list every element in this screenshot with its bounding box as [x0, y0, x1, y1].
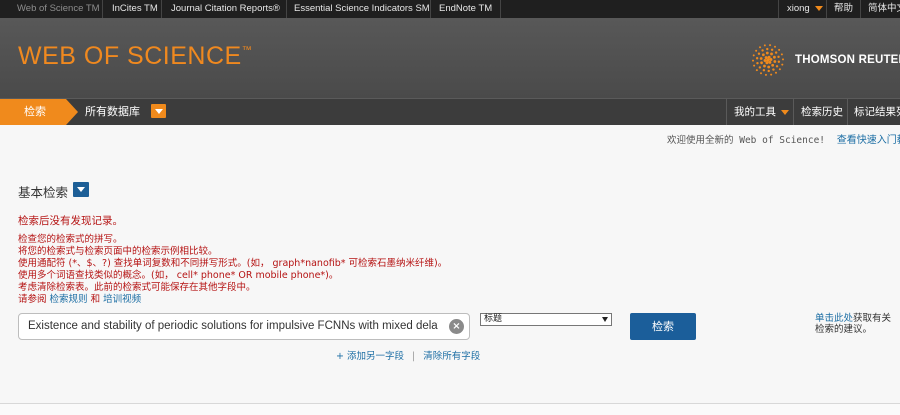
divider: | — [411, 351, 416, 362]
database-dropdown-icon[interactable] — [151, 104, 166, 118]
product-link-endnote[interactable]: EndNote TM — [439, 0, 492, 18]
tab-search[interactable]: 检索 — [0, 99, 66, 125]
my-tools-label: 我的工具 — [734, 106, 776, 118]
no-results-message: 检索后没有发现记录。 — [18, 215, 123, 227]
field-select-value: 标题 — [484, 314, 503, 324]
divider — [860, 0, 861, 18]
user-name: xiong — [787, 3, 810, 14]
welcome-text: 欢迎使用全新的 Web of Science! — [667, 135, 826, 146]
search-mode-dropdown-icon[interactable] — [73, 182, 89, 197]
marked-list-link[interactable]: 标记结果列 — [854, 99, 900, 125]
divider — [286, 0, 287, 18]
divider — [726, 99, 727, 125]
search-history-link[interactable]: 检索历史 — [801, 99, 843, 125]
field-actions: + 添加另一字段 | 清除所有字段 — [336, 348, 480, 362]
brand-name: THOMSON REUTERS — [795, 54, 900, 66]
language-menu[interactable]: 简体中文 — [868, 0, 900, 18]
search-mode-label[interactable]: 基本检索 — [18, 182, 68, 201]
product-link-esi[interactable]: Essential Science Indicators SM — [294, 0, 430, 18]
divider — [500, 0, 501, 18]
help-prefix: 请参阅 — [18, 294, 47, 305]
add-field-link[interactable]: + 添加另一字段 — [336, 351, 404, 362]
field-select[interactable]: 标题 — [480, 313, 612, 326]
chevron-down-icon — [781, 109, 789, 115]
user-menu[interactable]: xiong — [787, 0, 823, 18]
product-bar: Web of Science TM InCites TM Journal Cit… — [0, 0, 900, 18]
my-tools-menu[interactable]: 我的工具 — [734, 99, 789, 125]
divider — [102, 0, 103, 18]
product-link-jcr[interactable]: Journal Citation Reports® — [171, 0, 280, 18]
logo-text: WEB OF SCIENCE — [18, 42, 242, 70]
clear-icon[interactable]: × — [449, 319, 464, 334]
clear-all-link[interactable]: 清除所有字段 — [423, 351, 480, 362]
divider — [778, 0, 779, 18]
help-line: 请参阅 检索规则 和 培训视频 — [18, 291, 141, 305]
search-button[interactable]: 检索 — [630, 313, 696, 340]
site-header: WEB OF SCIENCE™ THOMSON REUTERS — [0, 18, 900, 98]
help-link[interactable]: 帮助 — [834, 0, 853, 18]
chevron-down-icon — [814, 5, 823, 11]
divider — [847, 99, 848, 125]
product-link-incites[interactable]: InCites TM — [112, 0, 158, 18]
tip-text-2: 检索的建议。 — [815, 324, 873, 335]
tip-link[interactable]: 单击此处 — [815, 313, 853, 324]
search-input[interactable]: Existence and stability of periodic solu… — [28, 314, 438, 339]
divider — [793, 99, 794, 125]
divider — [826, 0, 827, 18]
logo-trademark: ™ — [241, 44, 253, 56]
divider — [161, 0, 162, 18]
product-link-wos[interactable]: Web of Science TM — [17, 0, 100, 18]
search-tip: 单击此处获取有关 检索的建议。 — [815, 313, 891, 335]
thomson-reuters-logo-icon — [752, 44, 784, 76]
database-label: 所有数据库 — [85, 105, 140, 118]
nav-bar: 检索 所有数据库 我的工具 检索历史 标记结果列 — [0, 98, 900, 125]
query-field: Existence and stability of periodic solu… — [18, 313, 470, 340]
wos-logo[interactable]: WEB OF SCIENCE™ — [18, 42, 252, 71]
quick-start-link[interactable]: 查看快速入门教 — [837, 135, 900, 146]
chevron-down-icon — [602, 317, 608, 322]
footer-area — [0, 404, 900, 415]
divider — [430, 0, 431, 18]
tab-arrow — [66, 99, 78, 125]
tip-text: 获取有关 — [853, 313, 892, 324]
training-video-link[interactable]: 培训视频 — [103, 294, 141, 305]
welcome-line: 欢迎使用全新的 Web of Science! 查看快速入门教 — [667, 131, 900, 146]
search-rules-link[interactable]: 检索规则 — [50, 294, 88, 305]
help-and: 和 — [90, 294, 101, 305]
